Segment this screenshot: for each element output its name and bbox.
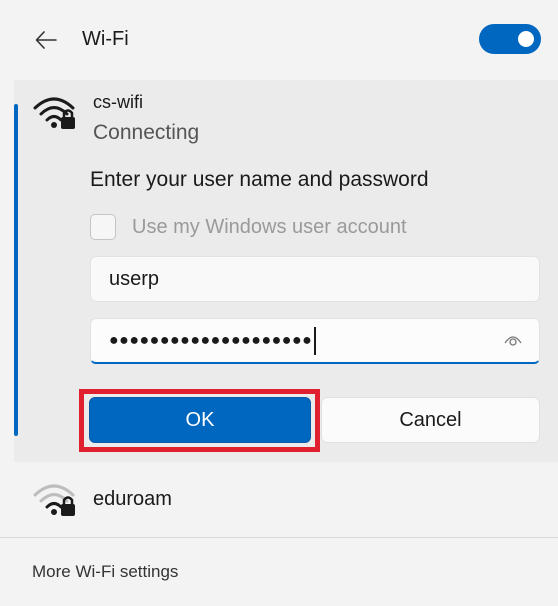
password-field[interactable]: ●●●●●●●●●●●●●●●●●●●● xyxy=(90,318,540,364)
password-value: ●●●●●●●●●●●●●●●●●●●● xyxy=(109,331,313,349)
windows-account-checkbox[interactable] xyxy=(90,214,116,240)
ok-button[interactable]: OK xyxy=(89,397,311,443)
username-value: userp xyxy=(109,267,160,290)
toggle-knob xyxy=(518,31,534,47)
wifi-secured-icon xyxy=(33,97,75,129)
username-field[interactable]: userp xyxy=(90,256,540,302)
wifi-secured-icon xyxy=(33,484,75,516)
wifi-toggle[interactable] xyxy=(479,24,541,54)
back-button[interactable] xyxy=(28,22,64,58)
credentials-prompt: Enter your user name and password xyxy=(90,168,429,191)
network-name: cs-wifi xyxy=(93,92,143,112)
network-name: eduroam xyxy=(93,488,172,510)
wifi-header: Wi-Fi xyxy=(0,0,558,80)
windows-account-label: Use my Windows user account xyxy=(132,215,407,238)
eye-icon[interactable] xyxy=(503,332,523,348)
selected-indicator xyxy=(14,104,18,436)
more-wifi-settings-link[interactable]: More Wi-Fi settings xyxy=(32,562,178,582)
network-status: Connecting xyxy=(93,121,200,144)
cancel-button[interactable]: Cancel xyxy=(321,397,540,443)
windows-account-option[interactable]: Use my Windows user account xyxy=(90,214,407,240)
text-caret xyxy=(314,326,317,355)
page-title: Wi-Fi xyxy=(82,28,129,50)
arrow-left-icon xyxy=(35,31,57,49)
